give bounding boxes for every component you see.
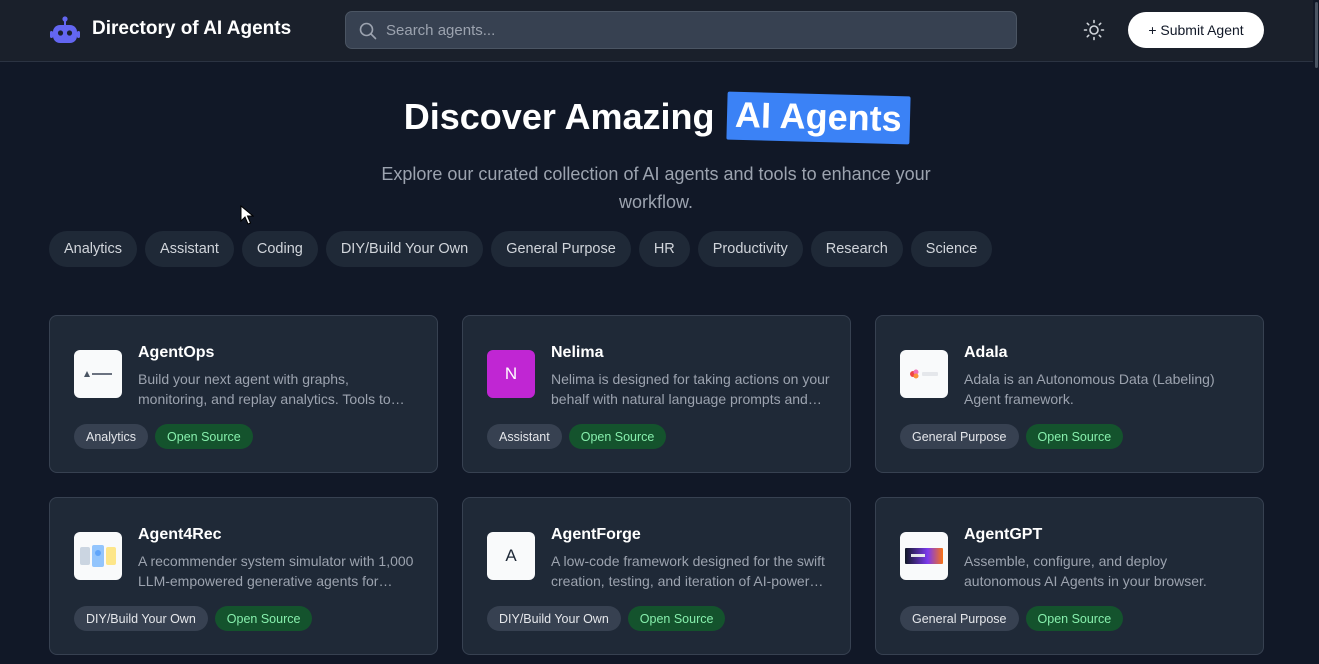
search-icon — [359, 22, 377, 40]
category-chip-science[interactable]: Science — [910, 231, 993, 267]
category-chip-general-purpose[interactable]: General Purpose — [491, 231, 631, 267]
agent-card[interactable]: Agent4Rec A recommender system simulator… — [49, 497, 438, 655]
agent-tags: Assistant Open Source — [487, 424, 667, 449]
agent-card[interactable]: A AgentForge A low-code framework design… — [462, 497, 851, 655]
license-tag: Open Source — [214, 606, 313, 631]
category-tag: General Purpose — [900, 424, 1019, 449]
agent-description: A low-code framework designed for the sw… — [551, 553, 825, 589]
license-tag: Open Source — [1025, 424, 1124, 449]
agent-name: Adala — [964, 344, 1008, 361]
agent-description: Nelima is designed for taking actions on… — [551, 371, 830, 407]
category-chip-analytics[interactable]: Analytics — [49, 231, 138, 267]
license-tag: Open Source — [568, 424, 667, 449]
agent-logo — [900, 350, 948, 398]
agent-logo-letter: A — [505, 546, 517, 565]
hero-subtitle: Explore our curated collection of AI age… — [381, 164, 931, 212]
top-header: Directory of AI Agents + Submit Agent — [0, 0, 1319, 62]
category-tag: DIY/Build Your Own — [74, 606, 208, 631]
category-tag: DIY/Build Your Own — [487, 606, 621, 631]
agent-card[interactable]: AgentGPT Assemble, configure, and deploy… — [875, 497, 1264, 655]
category-chip-productivity[interactable]: Productivity — [697, 231, 803, 267]
agent-description: Build your next agent with graphs, monit… — [138, 371, 391, 407]
category-tag: General Purpose — [900, 606, 1019, 631]
category-chip-diy[interactable]: DIY/Build Your Own — [325, 231, 484, 267]
agent-logo-letter: N — [504, 364, 518, 383]
category-filter-bar: Analytics Assistant Coding DIY/Build You… — [49, 231, 993, 267]
category-chip-assistant[interactable]: Assistant — [145, 231, 234, 267]
agent-tags: Analytics Open Source — [74, 424, 253, 449]
agent-card[interactable]: AgentOps Build your next agent with grap… — [49, 315, 438, 473]
category-chip-research[interactable]: Research — [810, 231, 903, 267]
agent-logo: N — [487, 350, 535, 398]
agent-name: Nelima — [551, 344, 604, 361]
agent-name: Agent4Rec — [138, 526, 222, 543]
agent-tags: General Purpose Open Source — [900, 606, 1124, 631]
agent-name: AgentForge — [551, 526, 641, 543]
category-tag: Assistant — [487, 424, 562, 449]
site-title[interactable]: Directory of AI Agents — [92, 18, 291, 40]
agent-name: AgentGPT — [964, 526, 1043, 543]
category-chip-coding[interactable]: Coding — [241, 231, 318, 267]
search-input[interactable] — [386, 12, 1006, 48]
scrollbar-track[interactable] — [1313, 0, 1319, 664]
hero-title-highlight: AI Agents — [725, 91, 910, 145]
submit-agent-button[interactable]: + Submit Agent — [1128, 12, 1264, 48]
agent-card[interactable]: Adala Adala is an Autonomous Data (Label… — [875, 315, 1264, 473]
agent-description: A recommender system simulator with 1,00… — [138, 553, 414, 589]
agent-logo — [74, 350, 122, 398]
agent-logo — [900, 532, 948, 580]
category-chip-hr[interactable]: HR — [638, 231, 690, 267]
agent-description: Adala is an Autonomous Data (Labeling) A… — [964, 371, 1215, 407]
agent-name: AgentOps — [138, 344, 215, 361]
agent-logo: A — [487, 532, 535, 580]
mouse-cursor-icon — [240, 205, 254, 225]
scrollbar-thumb[interactable] — [1315, 2, 1318, 68]
agent-description: Assemble, configure, and deploy autonomo… — [964, 553, 1207, 589]
license-tag: Open Source — [627, 606, 726, 631]
agent-tags: DIY/Build Your Own Open Source — [487, 606, 726, 631]
robot-icon[interactable] — [50, 15, 80, 45]
license-tag: Open Source — [155, 424, 253, 449]
license-tag: Open Source — [1025, 606, 1124, 631]
agent-tags: DIY/Build Your Own Open Source — [74, 606, 313, 631]
agent-tags: General Purpose Open Source — [900, 424, 1124, 449]
hero-title: Discover Amazing AI Agents — [0, 91, 1313, 145]
agent-card[interactable]: N Nelima Nelima is designed for taking a… — [462, 315, 851, 473]
category-tag: Analytics — [74, 424, 149, 449]
sun-icon[interactable] — [1082, 18, 1106, 42]
search-box[interactable] — [345, 11, 1017, 49]
agent-logo — [74, 532, 122, 580]
hero-title-prefix: Discover Amazing — [403, 96, 715, 137]
